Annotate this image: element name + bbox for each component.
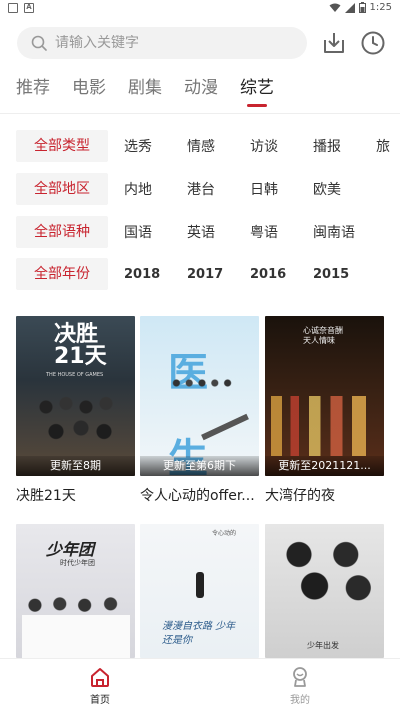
signal-icon — [344, 2, 355, 13]
search-icon — [31, 35, 47, 51]
status-time: 1:25 — [369, 2, 392, 13]
wifi-icon — [329, 3, 341, 12]
update-caption: 更新至8期 — [16, 456, 135, 476]
download-icon[interactable] — [321, 30, 347, 56]
nav-profile[interactable]: 我的 — [200, 659, 400, 711]
filter-option[interactable]: 2016 — [250, 267, 297, 282]
poster-title: 决胜 21天 — [54, 322, 107, 369]
show-poster[interactable]: 医 生 更新至第6期下 — [140, 316, 259, 476]
search-bar[interactable] — [17, 27, 307, 59]
show-poster[interactable]: 少年出发 — [265, 524, 384, 658]
filter-row-language: 全部语种 国语 英语 粤语 闽南语 — [16, 216, 360, 248]
profile-icon — [293, 667, 307, 687]
show-poster[interactable]: 决胜 21天 THE HOUSE OF GAMES 更新至8期 — [16, 316, 135, 476]
show-poster[interactable]: 少年团 时代少年团 — [16, 524, 135, 658]
tab-variety[interactable]: 综艺 — [240, 75, 296, 107]
status-bar: A 1:25 — [0, 0, 400, 18]
show-card[interactable]: 少年出发 — [265, 524, 384, 658]
show-poster[interactable]: 令心动的 漫漫自衣路 少年还是你 — [140, 524, 259, 658]
filter-option[interactable]: 闽南语 — [313, 222, 360, 242]
show-title[interactable]: 决胜21天 — [16, 485, 135, 505]
nav-home[interactable]: 首页 — [0, 659, 200, 711]
poster-title: 漫漫自衣路 少年还是你 — [162, 621, 236, 646]
update-caption: 更新至2021121... — [265, 456, 384, 476]
update-caption: 更新至第6期下 — [140, 456, 259, 476]
poster-title: 心诚奈音酬天人情味 — [303, 326, 343, 345]
poster-subtitle: THE HOUSE OF GAMES — [46, 372, 104, 378]
filter-option[interactable]: 旅 — [376, 136, 400, 156]
filter-option[interactable]: 2015 — [313, 267, 360, 282]
notification-icon — [8, 3, 18, 13]
filter-option[interactable]: 国语 — [124, 222, 171, 242]
poster-image — [26, 386, 126, 456]
app-screen: A 1:25 推荐 电影 剧集 动漫 — [0, 0, 400, 711]
show-title[interactable]: 令人心动的offer... — [140, 485, 259, 505]
filter-option[interactable]: 选秀 — [124, 136, 171, 156]
category-tabs: 推荐 电影 剧集 动漫 综艺 — [16, 75, 296, 107]
search-input[interactable] — [55, 35, 275, 51]
tab-movie[interactable]: 电影 — [72, 75, 128, 107]
nav-profile-label: 我的 — [290, 695, 310, 706]
divider — [0, 113, 400, 114]
show-card[interactable]: 心诚奈音酬天人情味 更新至2021121... 大湾仔的夜 — [265, 316, 384, 505]
tab-recommend[interactable]: 推荐 — [16, 75, 72, 107]
poster-subtitle: 时代少年团 — [60, 559, 95, 567]
filter-row-region: 全部地区 内地 港台 日韩 欧美 — [16, 173, 360, 205]
filter-chip-language[interactable]: 全部语种 — [16, 216, 108, 248]
poster-subtitle: 令心动的 — [212, 530, 237, 537]
filter-option[interactable]: 2018 — [124, 267, 171, 282]
filter-option[interactable]: 情感 — [187, 136, 234, 156]
filter-option[interactable]: 欧美 — [313, 179, 360, 199]
show-title[interactable]: 大湾仔的夜 — [265, 485, 384, 505]
filter-option[interactable]: 日韩 — [250, 179, 297, 199]
poster-title: 医 生 — [168, 350, 208, 476]
nav-home-label: 首页 — [90, 695, 110, 706]
app-notification-icon: A — [24, 3, 34, 13]
poster-image — [170, 374, 234, 392]
battery-icon — [358, 2, 366, 13]
filter-chip-year[interactable]: 全部年份 — [16, 258, 108, 290]
poster-image — [273, 532, 377, 622]
show-card[interactable]: 少年团 时代少年团 — [16, 524, 135, 658]
poster-image — [196, 572, 204, 598]
filter-chip-type[interactable]: 全部类型 — [16, 130, 108, 162]
tab-anime[interactable]: 动漫 — [184, 75, 240, 107]
filter-option[interactable]: 访谈 — [250, 136, 297, 156]
show-card[interactable]: 决胜 21天 THE HOUSE OF GAMES 更新至8期 决胜21天 — [16, 316, 135, 505]
filter-row-year: 全部年份 2018 2017 2016 2015 — [16, 258, 360, 290]
poster-title: 少年出发 — [307, 641, 339, 650]
filter-chip-region[interactable]: 全部地区 — [16, 173, 108, 205]
tab-series[interactable]: 剧集 — [128, 75, 184, 107]
poster-title: 少年团 — [46, 540, 95, 559]
filter-option[interactable]: 港台 — [187, 179, 234, 199]
poster-image — [22, 592, 130, 658]
show-card[interactable]: 令心动的 漫漫自衣路 少年还是你 — [140, 524, 259, 658]
poster-image — [271, 396, 379, 456]
filter-option[interactable]: 2017 — [187, 267, 234, 282]
filter-option[interactable]: 内地 — [124, 179, 171, 199]
bottom-navigation: 首页 我的 — [0, 658, 400, 711]
filter-option[interactable]: 英语 — [187, 222, 234, 242]
filter-option[interactable]: 播报 — [313, 136, 360, 156]
show-card[interactable]: 医 生 更新至第6期下 令人心动的offer... — [140, 316, 259, 505]
filter-option[interactable]: 粤语 — [250, 222, 297, 242]
filter-row-type: 全部类型 选秀 情感 访谈 播报 旅 — [16, 130, 400, 162]
show-poster[interactable]: 心诚奈音酬天人情味 更新至2021121... — [265, 316, 384, 476]
history-icon[interactable] — [360, 30, 386, 56]
home-icon — [91, 668, 109, 687]
